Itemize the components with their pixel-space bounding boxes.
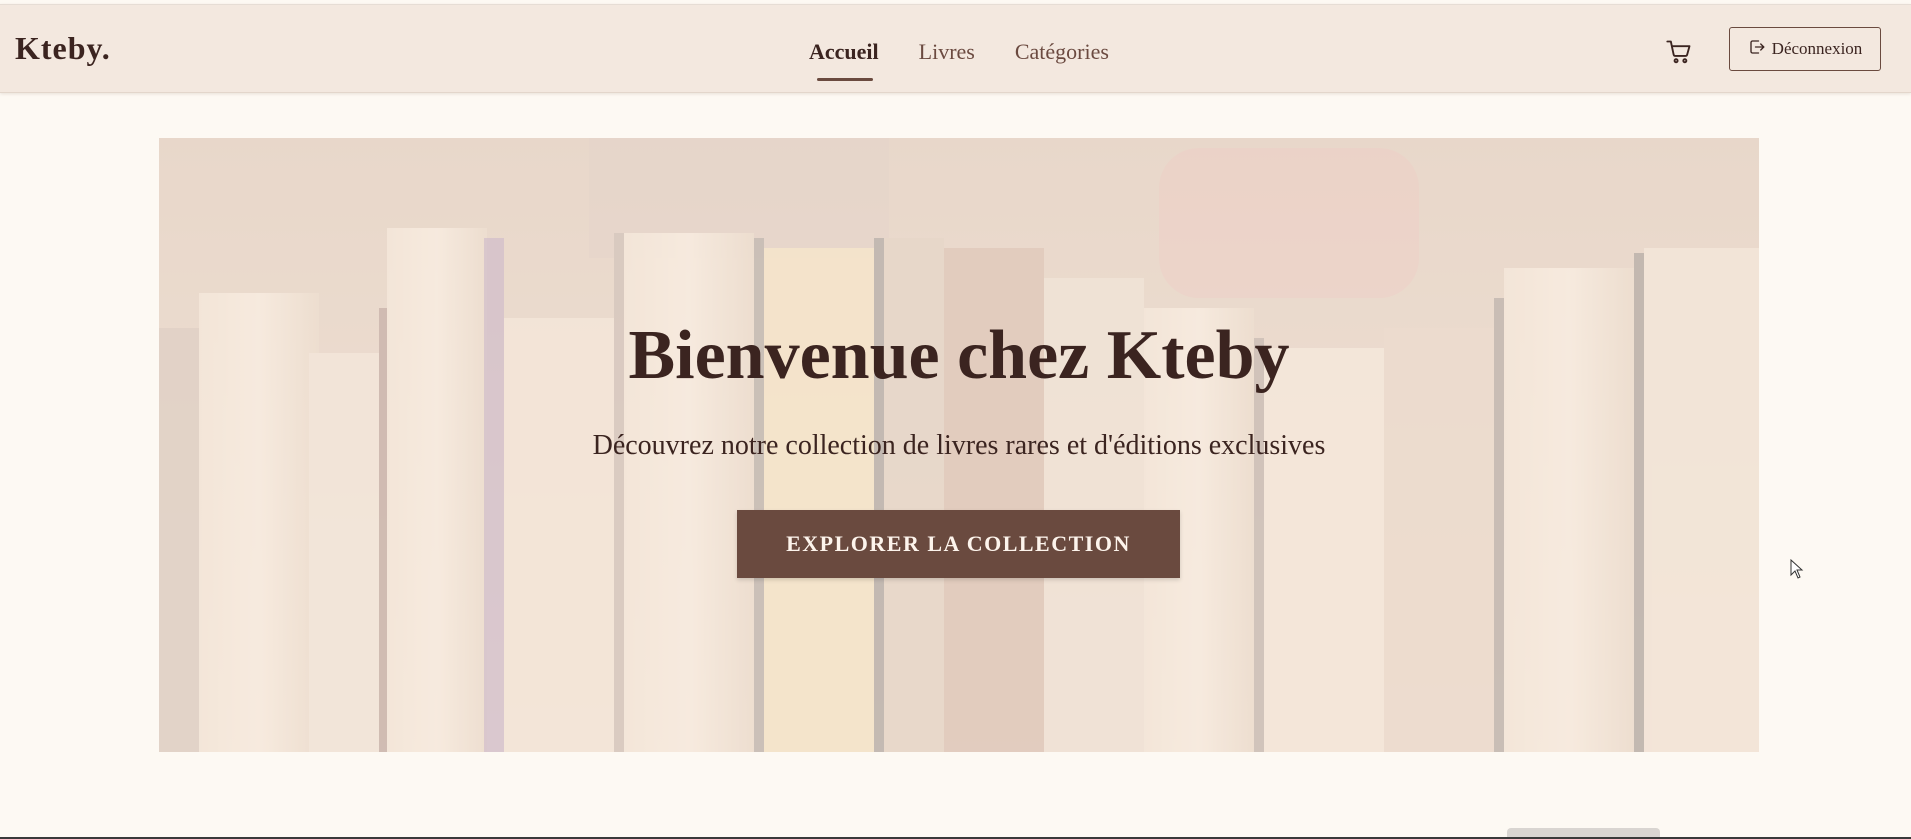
main-nav: Accueil Livres Catégories xyxy=(809,38,1109,81)
logout-label: Déconnexion xyxy=(1771,39,1863,58)
hero-title: Bienvenue chez Kteby xyxy=(628,317,1290,394)
hero-banner: Bienvenue chez Kteby Découvrez notre col… xyxy=(159,138,1759,752)
logout-button[interactable]: Déconnexion xyxy=(1729,27,1881,71)
brand-logo[interactable]: Kteby. xyxy=(15,30,111,67)
nav-link-accueil[interactable]: Accueil xyxy=(809,38,879,81)
horizontal-scrollbar-thumb[interactable] xyxy=(1507,828,1660,837)
explore-collection-button[interactable]: EXPLORER LA COLLECTION xyxy=(737,510,1180,578)
logout-icon xyxy=(1748,38,1766,61)
mouse-cursor-icon xyxy=(1790,559,1804,579)
shopping-cart-icon[interactable] xyxy=(1665,38,1693,66)
nav-link-categories[interactable]: Catégories xyxy=(1015,38,1109,66)
hero-subtitle: Découvrez notre collection de livres rar… xyxy=(592,430,1326,461)
top-navbar: Kteby. Accueil Livres Catégories Déconne… xyxy=(0,4,1911,93)
nav-link-livres[interactable]: Livres xyxy=(919,38,975,66)
